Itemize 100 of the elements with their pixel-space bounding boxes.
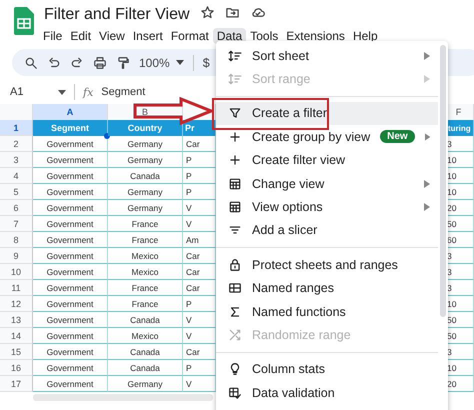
menu-item[interactable]: Column stats: [216, 358, 438, 382]
menu-item[interactable]: Sort sheet: [216, 44, 438, 68]
sigma-icon: [228, 304, 242, 319]
currency-button[interactable]: $: [202, 56, 210, 70]
scrollbar[interactable]: [440, 45, 446, 317]
row-header[interactable]: 9: [0, 248, 33, 264]
menu-item[interactable]: Format: [166, 28, 213, 44]
table-cell: Canada: [108, 360, 183, 376]
menu-item[interactable]: View: [95, 28, 129, 44]
name-box[interactable]: A1: [0, 86, 58, 98]
table-cell: Government: [33, 296, 108, 312]
sort-icon: [228, 72, 242, 86]
document-title[interactable]: Filter and Filter View: [44, 6, 190, 24]
table-cell: Government: [33, 328, 108, 344]
table-cell: Government: [33, 248, 108, 264]
search-icon: [24, 56, 38, 70]
menu-item[interactable]: Protect sheets and ranges: [216, 253, 438, 277]
menu-item[interactable]: Create filter view: [216, 148, 438, 172]
table-cell: Mexico: [108, 248, 183, 264]
menu-item[interactable]: Create a filter: [216, 102, 438, 126]
redo-icon: [70, 56, 84, 70]
zoom-dropdown[interactable]: 100%: [139, 56, 184, 70]
table-cell: France: [108, 280, 183, 296]
row-header[interactable]: 4: [0, 168, 33, 184]
row-header[interactable]: 5: [0, 184, 33, 200]
table-cell: Government: [33, 264, 108, 280]
table-cell: Canada: [108, 312, 183, 328]
table-cell: Government: [33, 280, 108, 296]
function-label: fx: [83, 86, 94, 98]
table-header-cell: Segment: [33, 120, 108, 136]
menu-item[interactable]: File: [39, 28, 66, 44]
table-header-cell: Pr: [183, 120, 216, 136]
menu-item[interactable]: View options: [216, 195, 438, 219]
formula-field[interactable]: Segment: [101, 86, 146, 98]
row-header[interactable]: 8: [0, 232, 33, 248]
print-icon: [93, 56, 107, 70]
table-cell: Canada: [108, 168, 183, 184]
menu-item[interactable]: Named functions: [216, 300, 438, 324]
table-cell: Germany: [108, 152, 183, 168]
table-cell: Government: [33, 136, 108, 152]
lightbulb-icon: [228, 362, 242, 376]
row-header[interactable]: 13: [0, 312, 33, 328]
table-header-cell: Country: [108, 120, 183, 136]
column-header[interactable]: A: [33, 104, 108, 121]
row-header[interactable]: 6: [0, 200, 33, 216]
table-cell: Government: [33, 344, 108, 360]
row-header[interactable]: 12: [0, 296, 33, 312]
menu-item[interactable]: Named ranges: [216, 276, 438, 300]
table-cell: Government: [33, 152, 108, 168]
table-cell: Germany: [108, 376, 183, 392]
menu-item[interactable]: Add a slicer: [216, 218, 438, 242]
row-header[interactable]: 15: [0, 344, 33, 360]
table-cell: Mexico: [108, 264, 183, 280]
data-validation-icon: [228, 386, 242, 400]
plus-icon: [228, 130, 242, 144]
table-cell: Government: [33, 232, 108, 248]
table-cell: Germany: [108, 184, 183, 200]
undo-icon: [47, 56, 61, 70]
menu-item[interactable]: Change view: [216, 172, 438, 196]
row-header[interactable]: 10: [0, 264, 33, 280]
table-cell: Government: [33, 200, 108, 216]
named-ranges-icon: [228, 281, 242, 296]
table-cell: France: [108, 232, 183, 248]
table-cell: Mexico: [108, 328, 183, 344]
row-header[interactable]: 17: [0, 376, 33, 392]
menu-item[interactable]: Tools: [246, 28, 282, 44]
filter-icon: [228, 106, 242, 120]
folder-icon: [224, 5, 240, 20]
new-badge: New: [380, 130, 415, 144]
paint-format-icon: [116, 56, 130, 70]
menu-item[interactable]: Create group by view New: [216, 125, 438, 149]
table-cell: Government: [33, 312, 108, 328]
row-header[interactable]: 2: [0, 136, 33, 152]
row-header[interactable]: 3: [0, 152, 33, 168]
menu-item[interactable]: Edit: [66, 28, 96, 44]
row-header[interactable]: 16: [0, 360, 33, 376]
table-cell: Government: [33, 216, 108, 232]
shuffle-icon: [228, 328, 242, 342]
caret-icon[interactable]: [176, 60, 184, 65]
row-header[interactable]: 7: [0, 216, 33, 232]
table-cell: Government: [33, 184, 108, 200]
menu-item[interactable]: Data validation: [216, 381, 438, 404]
scrollbar[interactable]: [33, 394, 213, 401]
table-cell: Germany: [108, 136, 183, 152]
table-view-icon: [228, 200, 242, 214]
star-icon: [200, 5, 215, 20]
caret-icon[interactable]: [58, 90, 66, 94]
row-header[interactable]: 14: [0, 328, 33, 344]
plus-icon: [228, 153, 242, 168]
menu-item[interactable]: Insert: [128, 28, 167, 44]
menu-item[interactable]: Help: [348, 28, 382, 44]
table-cell: France: [108, 296, 183, 312]
table-cell: France: [108, 216, 183, 232]
row-header[interactable]: 11: [0, 280, 33, 296]
sheets-logo[interactable]: [14, 7, 34, 35]
sort-icon: [228, 48, 242, 63]
table-cell: Government: [33, 360, 108, 376]
menu-item[interactable]: Extensions: [282, 28, 349, 44]
row-header[interactable]: 1: [0, 120, 33, 136]
table-cell: Germany: [108, 200, 183, 216]
